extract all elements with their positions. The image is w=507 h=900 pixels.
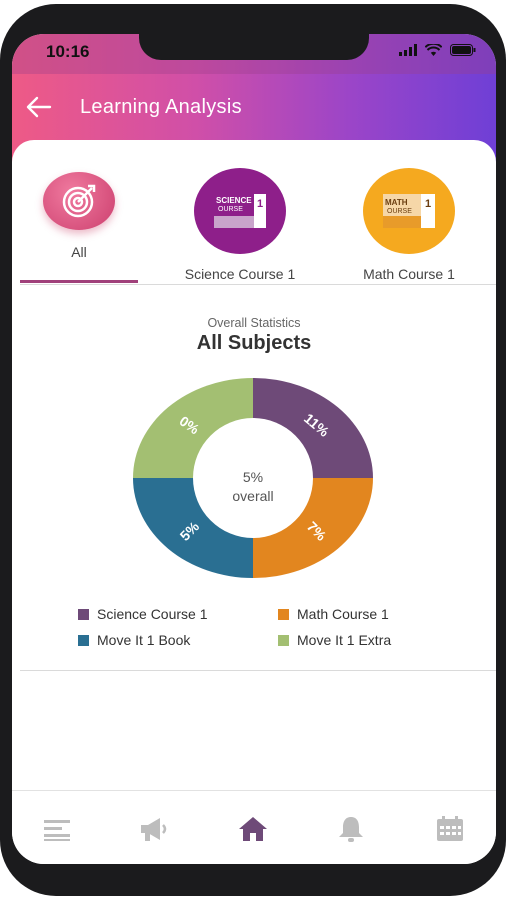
bell-icon [339,817,363,842]
content-card: All SCIENCE OURSE 1 Science Course 1 MAT… [12,140,496,864]
legend-swatch [78,634,89,646]
back-button[interactable] [24,92,54,122]
stats-title: All Subjects [196,332,312,354]
science-course-thumbnail: SCIENCE OURSE 1 [214,194,266,228]
science-thumb-number: 1 [257,198,264,210]
chart-legend: Science Course 1 Math Course 1 Move It 1… [78,606,478,658]
arrow-left-icon [26,96,52,118]
menu-icon [44,820,70,841]
bottom-tab-bar [12,792,496,862]
megaphone-icon [141,818,167,841]
calendar-icon [437,816,463,841]
donut-chart: 11%7%5%0% 5% overall [133,378,373,578]
overall-value: 5% [243,469,263,485]
legend-item-math: Math Course 1 [278,606,478,622]
legend-label: Move It 1 Book [97,632,191,648]
home-icon [239,817,267,841]
legend-item-science: Science Course 1 [78,606,278,622]
battery-icon [450,44,476,56]
page-title: Learning Analysis [80,96,242,118]
tab-all-label: All [71,244,87,260]
nav-home-button[interactable] [233,814,273,844]
status-icons [399,44,476,56]
tab-science-circle: SCIENCE OURSE 1 [194,168,286,254]
status-time: 10:16 [46,42,90,61]
legend-item-move-it-book: Move It 1 Book [78,632,278,648]
wifi-icon [425,44,442,56]
tabbar-divider [12,790,496,791]
math-thumb-title: MATH [385,198,408,207]
math-course-thumbnail: MATH OURSE 1 [383,194,435,228]
tab-math-course[interactable]: MATH OURSE 1 Math Course 1 [329,168,489,282]
stats-caption: Overall Statistics [207,316,301,330]
tab-active-indicator [20,280,138,283]
legend-swatch [78,608,89,620]
legend-swatch [278,634,289,646]
overall-label: overall [232,488,273,504]
science-thumb-subtitle: OURSE [218,206,243,213]
nav-notifications-button[interactable] [331,814,371,844]
nav-announcements-button[interactable] [134,814,174,844]
phone-mockup: 10:16 Learning Analysis All SCIENCE OURS… [0,0,507,900]
nav-menu-button[interactable] [38,814,78,844]
science-thumb-title: SCIENCE [216,196,252,205]
legend-divider [20,670,496,671]
math-thumb-number: 1 [425,198,432,210]
tab-all[interactable]: All [12,168,159,260]
phone-notch [139,34,369,60]
legend-label: Math Course 1 [297,606,389,622]
math-thumb-subtitle: OURSE [387,208,412,215]
tab-science-label: Science Course 1 [184,266,296,282]
legend-item-move-it-extra: Move It 1 Extra [278,632,478,648]
tab-math-label: Math Course 1 [363,266,455,282]
legend-label: Science Course 1 [97,606,208,622]
signal-icon [399,44,417,56]
target-icon [62,184,96,218]
tab-all-circle [43,172,115,230]
tab-math-circle: MATH OURSE 1 [363,168,455,254]
nav-calendar-button[interactable] [430,814,470,844]
legend-label: Move It 1 Extra [297,632,392,648]
legend-swatch [278,608,289,620]
tabs-divider [20,284,496,285]
course-tabs: All SCIENCE OURSE 1 Science Course 1 MAT… [12,140,496,285]
app-screen: 10:16 Learning Analysis All SCIENCE OURS… [12,34,496,864]
tab-science-course[interactable]: SCIENCE OURSE 1 Science Course 1 [160,168,320,282]
